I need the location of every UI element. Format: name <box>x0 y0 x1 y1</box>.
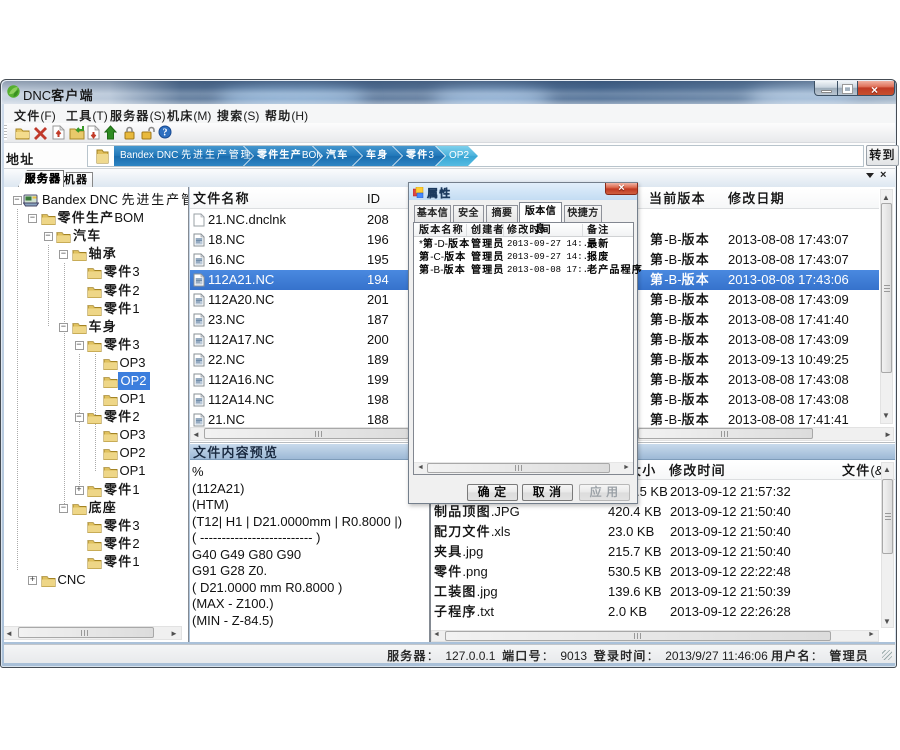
svg-text:?: ? <box>163 128 168 139</box>
